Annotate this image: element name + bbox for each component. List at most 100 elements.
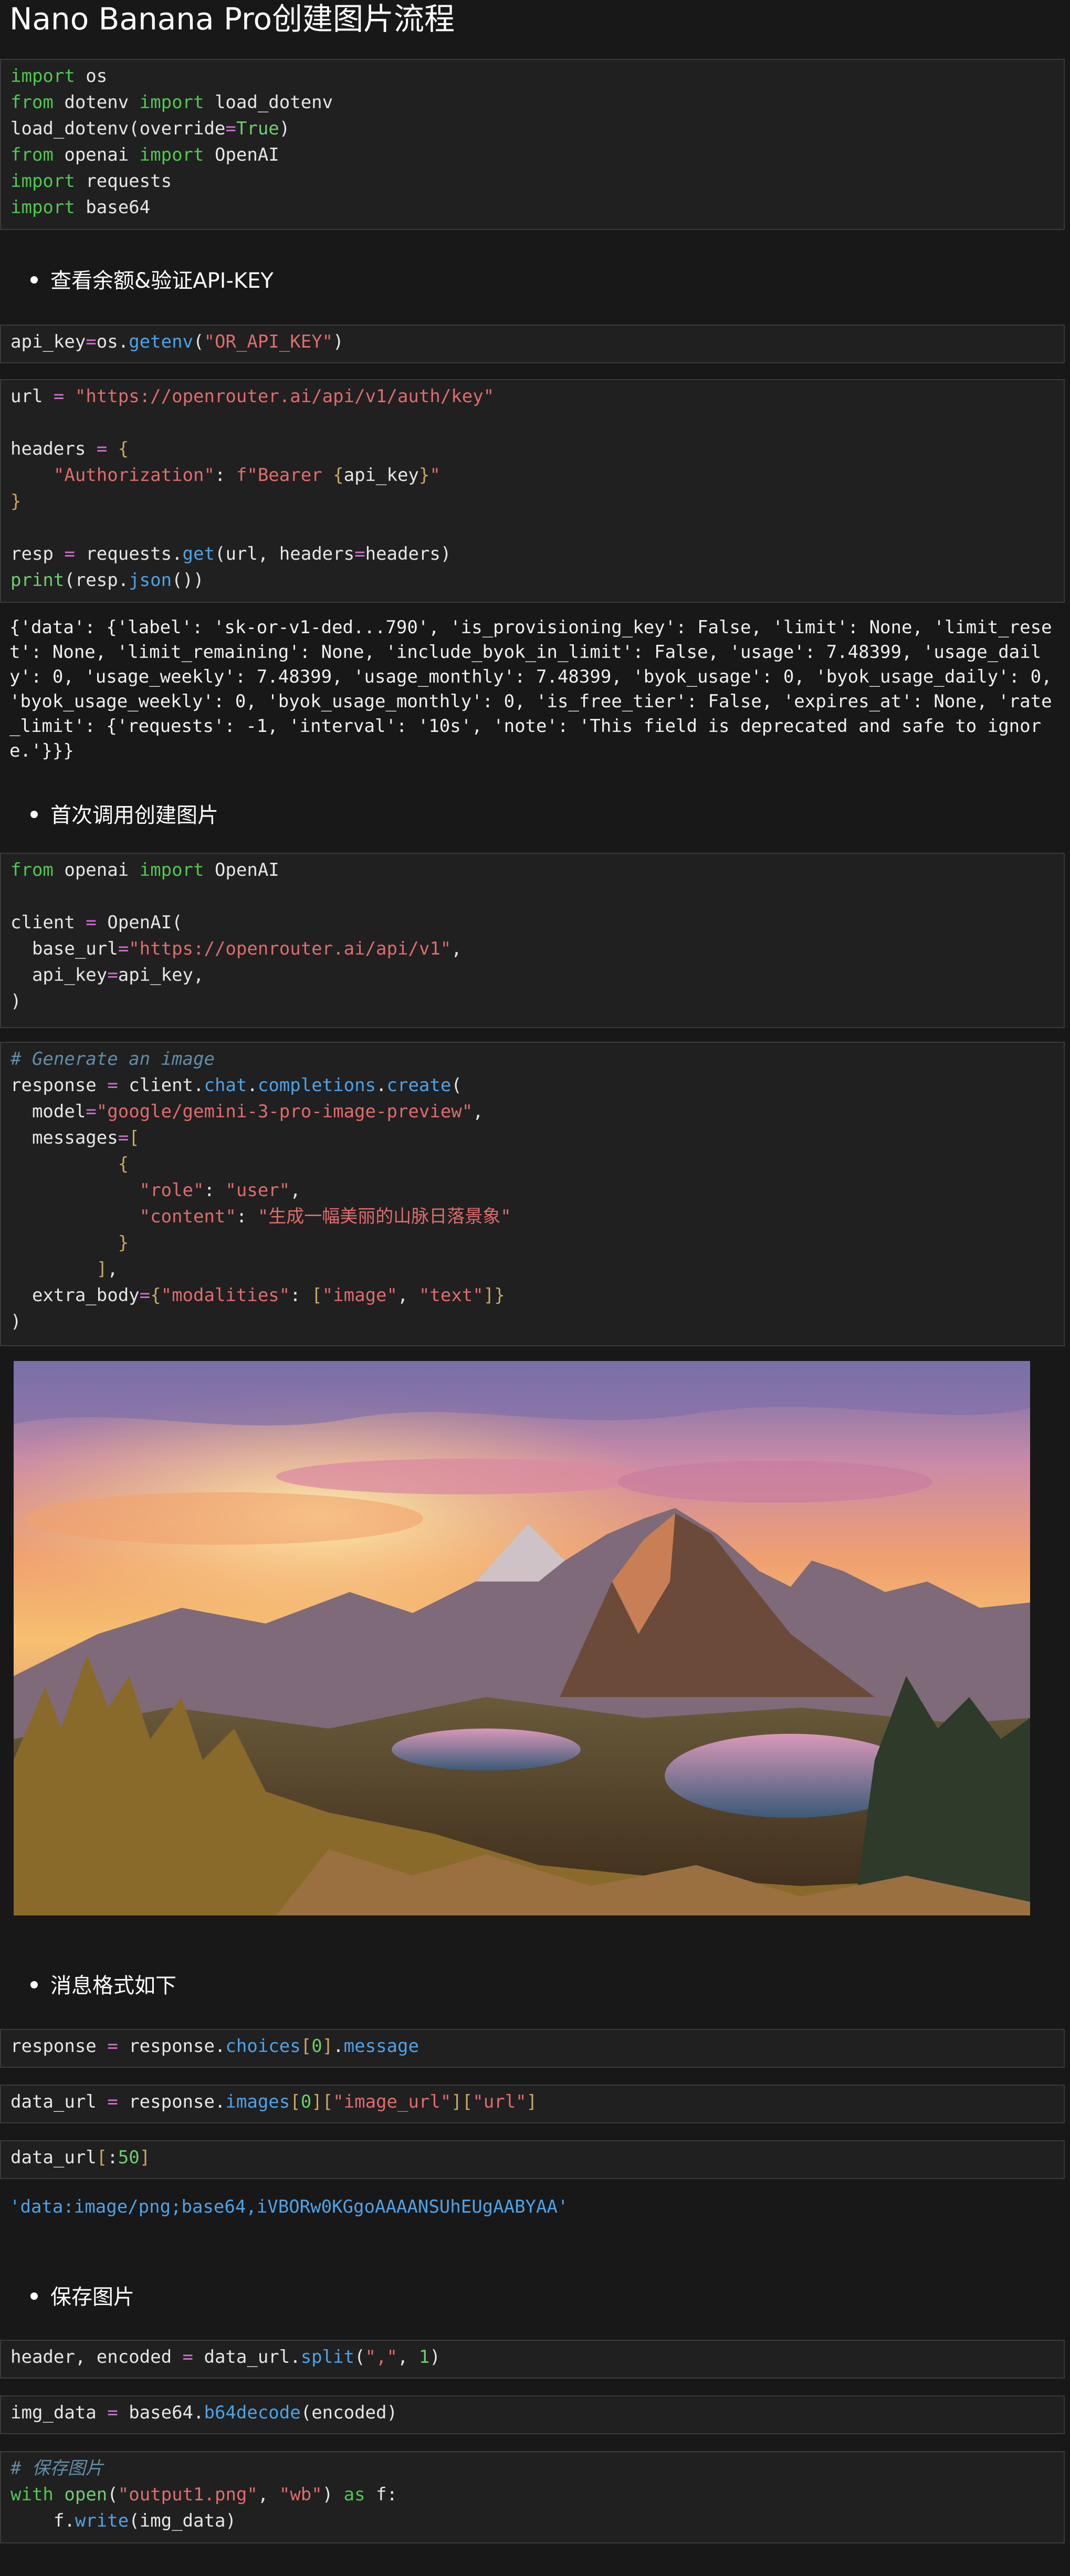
code-token: "wb" [279, 2484, 322, 2505]
code-line: messages=[ [11, 1125, 1054, 1151]
code-line: # Generate an image [11, 1046, 1054, 1072]
code-token: "image" [322, 1285, 397, 1306]
code-line: data_url[:50] [11, 2144, 1054, 2171]
code-token: = [118, 938, 129, 959]
code-token: = [86, 331, 97, 352]
code-cell-key-request[interactable]: url = "https://openrouter.ai/api/v1/auth… [0, 379, 1065, 603]
code-line: "role": "user", [11, 1177, 1054, 1203]
code-token: "https://openrouter.ai/api/v1" [129, 938, 452, 959]
code-token: , [473, 1101, 484, 1122]
code-token: ]} [483, 1285, 505, 1306]
code-token: img_data [11, 2402, 108, 2423]
page-title: Nano Banana Pro创建图片流程 [9, 1, 455, 37]
code-line: base_url="https://openrouter.ai/api/v1", [11, 936, 1054, 962]
code-token: load_dotenv [204, 92, 333, 113]
code-token: { [150, 1285, 161, 1306]
code-token: ] [139, 2147, 151, 2168]
code-token: , [451, 938, 462, 959]
code-token: extra_body [11, 1285, 140, 1306]
code-token: = [96, 438, 108, 459]
lenticular-cloud [276, 1459, 654, 1494]
code-token: chat [204, 1075, 247, 1096]
code-token: completions [257, 1075, 376, 1096]
code-token: { [118, 1154, 129, 1175]
code-token: import [139, 860, 204, 881]
code-token: "modalities" [161, 1285, 290, 1306]
code-token: "google/gemini-3-pro-image-preview" [96, 1101, 473, 1122]
code-cell-imports[interactable]: import os from dotenv import load_dotenv l… [0, 59, 1065, 230]
code-cell-split[interactable]: header, encoded = data_url.split(",", 1) [0, 2340, 1065, 2379]
code-token: ( [354, 2347, 365, 2368]
code-line: print(resp.json()) [11, 567, 1054, 593]
code-cell-decode[interactable]: img_data = base64.b64decode(encoded) [0, 2395, 1065, 2434]
code-line: from openai import OpenAI [11, 142, 1054, 168]
code-token: ( [193, 331, 204, 352]
code-token: "OR_API_KEY" [204, 331, 333, 352]
code-token: OpenAI [204, 144, 279, 165]
code-token: response. [118, 2091, 226, 2112]
code-token: write [75, 2510, 129, 2531]
code-token: ) [322, 2484, 344, 2505]
code-token: openai [53, 860, 140, 881]
code-token: choices [225, 2036, 301, 2057]
code-token: [ [96, 2147, 108, 2168]
code-cell-client[interactable]: from openai import OpenAI client = OpenAI… [0, 853, 1065, 1028]
code-token: with [11, 2484, 54, 2505]
code-line: f.write(img_data) [11, 2508, 1054, 2534]
code-cell-save[interactable]: # 保存图片 with open("output1.png", "wb") as … [0, 2451, 1065, 2543]
code-token: 0 [311, 2036, 322, 2057]
code-token: (img_data) [129, 2510, 236, 2531]
bullet-label: 消息格式如下 [50, 1974, 176, 1998]
lake-left [392, 1729, 581, 1771]
code-token: "text" [418, 1285, 484, 1306]
code-cell-api-key[interactable]: api_key=os.getenv("OR_API_KEY") [0, 324, 1065, 363]
bullet-message-format: 消息格式如下 [30, 1973, 176, 1999]
bullet-label: 查看余额&验证API-KEY [50, 269, 274, 293]
code-token: = [107, 2402, 118, 2423]
code-token: print [11, 570, 65, 591]
code-line: model="google/gemini-3-pro-image-preview… [11, 1098, 1054, 1125]
code-cell-data-url[interactable]: data_url = response.images[0]["image_url… [0, 2085, 1065, 2123]
code-token: import [11, 197, 75, 218]
code-line: extra_body={"modalities": ["image", "tex… [11, 1282, 1054, 1308]
code-token: ) [279, 118, 290, 139]
code-token: : [214, 465, 236, 486]
code-line: "content": "生成一幅美丽的山脉日落景象" [11, 1203, 1054, 1230]
code-token: = [107, 1075, 118, 1096]
code-token: f: [365, 2484, 398, 2505]
code-line: api_key=api_key, [11, 962, 1054, 988]
code-line: img_data = base64.b64decode(encoded) [11, 2400, 1054, 2426]
bullet-dot-icon [30, 811, 38, 818]
code-cell-data-url-slice[interactable]: data_url[:50] [0, 2140, 1065, 2179]
bullet-dot-icon [30, 2292, 38, 2300]
code-token: "output1.png" [118, 2484, 258, 2505]
code-cell-generate[interactable]: # Generate an image response = client.cha… [0, 1042, 1065, 1346]
code-line: response = client.chat.completions.creat… [11, 1072, 1054, 1098]
code-token: , [257, 2484, 279, 2505]
code-token: : [107, 2147, 118, 2168]
code-token: , [290, 1180, 301, 1201]
output-string: 'data:image/png;base64,iVBORw0KGgoAAAANS… [9, 2196, 569, 2217]
code-token: from [11, 92, 54, 113]
bullet-save-image: 保存图片 [30, 2284, 134, 2310]
code-line: url = "https://openrouter.ai/api/v1/auth… [11, 383, 1054, 410]
code-token: api_key [11, 331, 86, 352]
code-token: . [333, 2036, 344, 2057]
code-token: ) [333, 331, 344, 352]
code-line: data_url = response.images[0]["image_url… [11, 2089, 1054, 2115]
code-token: OpenAI [204, 860, 279, 881]
code-cell-message[interactable]: response = response.choices[0].message [0, 2029, 1065, 2068]
code-token: "," [365, 2347, 397, 2368]
code-line: headers = { [11, 436, 1054, 462]
code-token: openai [53, 144, 140, 165]
code-line: import requests [11, 168, 1054, 194]
code-token: load_dotenv(override [11, 118, 226, 139]
code-token: 1 [418, 2347, 430, 2368]
code-line: response = response.choices[0].message [11, 2033, 1054, 2059]
